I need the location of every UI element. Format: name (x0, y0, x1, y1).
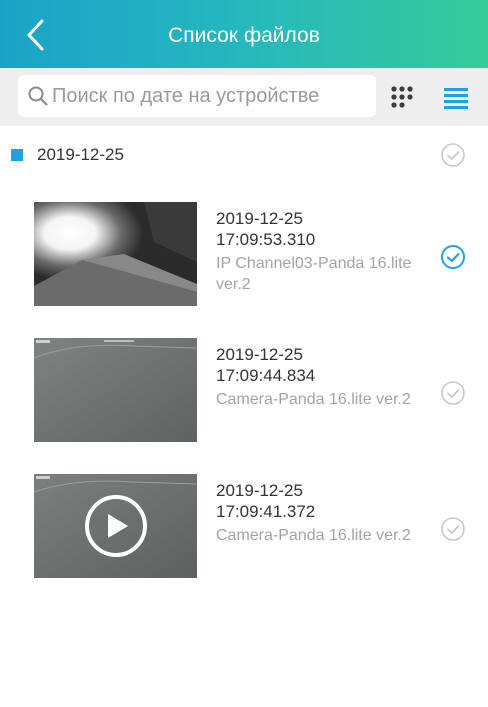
file-date: 2019-12-25 (216, 481, 303, 500)
file-item[interactable]: 2019-12-25 17:09:41.372 Camera-Panda 16.… (0, 468, 488, 604)
date-group-header: 2019-12-25 (0, 136, 488, 180)
app-header: Список файлов (0, 0, 488, 68)
file-date: 2019-12-25 (216, 209, 303, 228)
file-time: 17:09:44.834 (216, 366, 316, 385)
file-thumbnail (34, 202, 197, 306)
check-circle-icon (441, 143, 465, 167)
group-marker (11, 149, 23, 161)
file-meta: 2019-12-25 17:09:53.310 IP Channel03-Pan… (216, 208, 421, 295)
file-device-name: Camera-Panda 16.lite ver.2 (216, 391, 411, 408)
toolbar (0, 68, 488, 126)
file-list: 2019-12-25 17:09:53.310 IP Channel03-Pan… (0, 196, 488, 604)
file-select-checkbox[interactable] (440, 380, 466, 406)
file-item[interactable]: 2019-12-25 17:09:44.834 Camera-Panda 16.… (0, 332, 488, 468)
grid-view-button[interactable] (389, 84, 415, 110)
check-circle-icon (441, 381, 465, 405)
check-circle-selected-icon (441, 245, 465, 269)
group-select-checkbox[interactable] (440, 142, 466, 168)
file-date: 2019-12-25 (216, 345, 303, 364)
check-circle-icon (441, 517, 465, 541)
file-item[interactable]: 2019-12-25 17:09:53.310 IP Channel03-Pan… (0, 196, 488, 332)
search-box[interactable] (18, 75, 376, 117)
file-meta: 2019-12-25 17:09:44.834 Camera-Panda 16.… (216, 344, 421, 410)
file-thumbnail (34, 338, 197, 442)
file-select-checkbox[interactable] (440, 244, 466, 270)
page-title: Список файлов (168, 24, 320, 47)
search-icon (28, 86, 48, 106)
file-device-name: IP Channel03-Panda 16.lite ver.2 (216, 255, 412, 293)
search-input[interactable] (52, 75, 374, 117)
file-time: 17:09:53.310 (216, 230, 316, 249)
list-view-button[interactable] (444, 87, 468, 109)
group-date: 2019-12-25 (37, 145, 124, 164)
file-select-checkbox[interactable] (440, 516, 466, 542)
grid-dots-icon (391, 86, 413, 108)
file-thumbnail (34, 474, 197, 578)
file-device-name: Camera-Panda 16.lite ver.2 (216, 527, 411, 544)
file-time: 17:09:41.372 (216, 502, 316, 521)
file-meta: 2019-12-25 17:09:41.372 Camera-Panda 16.… (216, 480, 421, 546)
list-icon (444, 88, 468, 109)
